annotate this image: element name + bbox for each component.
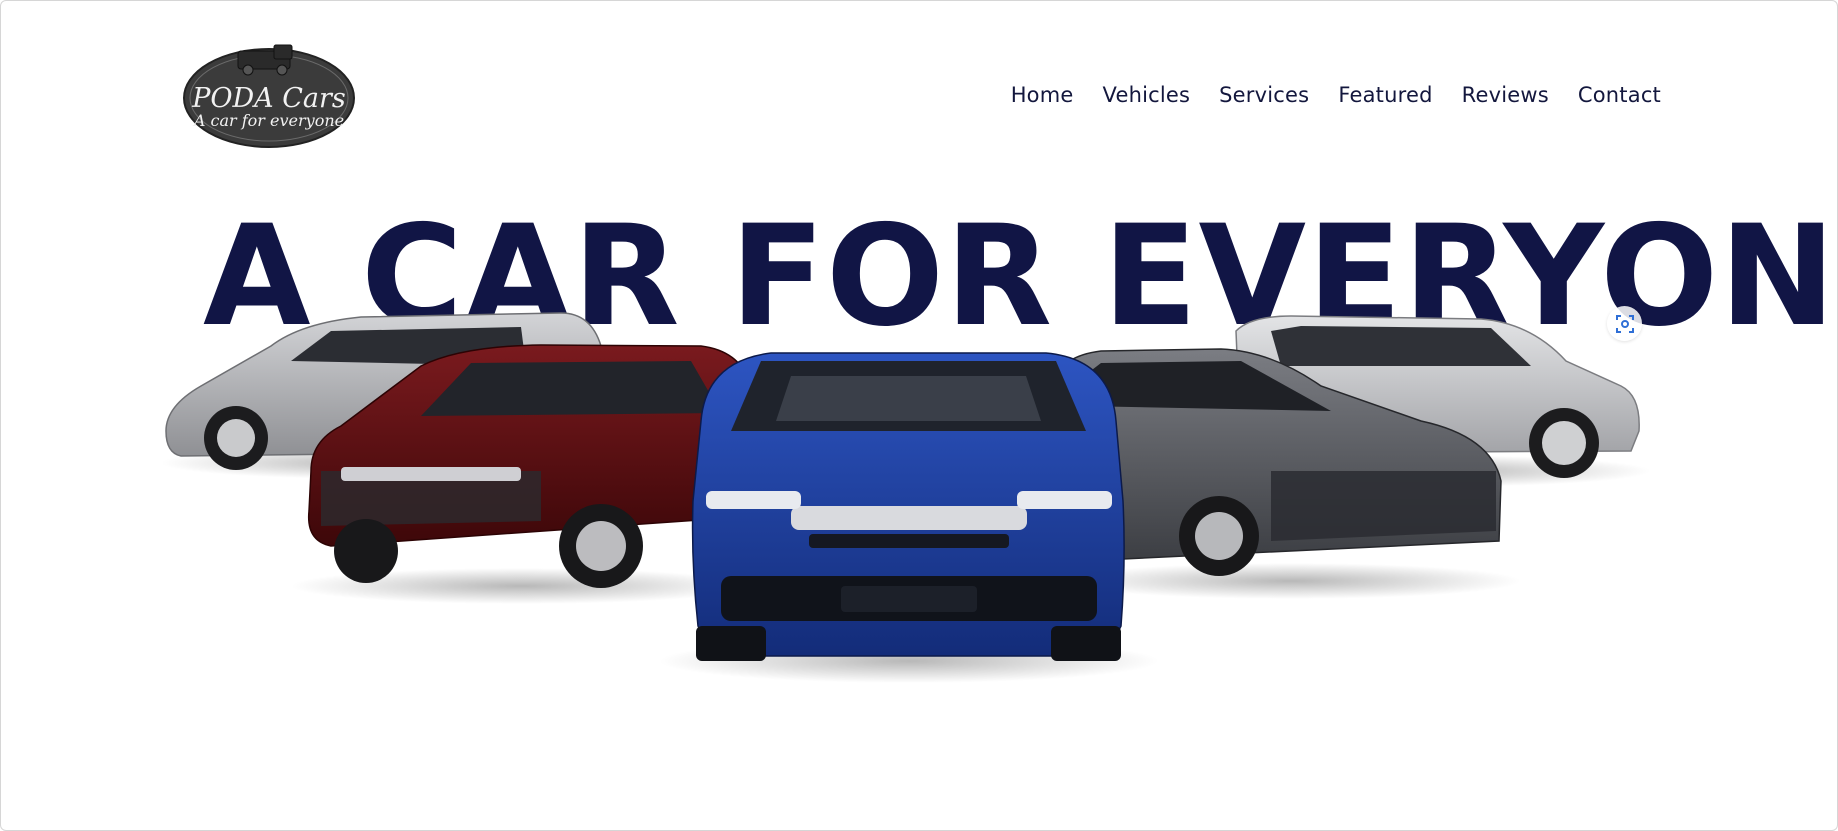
visual-search-icon (1615, 314, 1634, 333)
browser-viewport: PODA Cars A car for everyone Home Vehicl… (0, 0, 1838, 831)
visual-search-button[interactable] (1607, 306, 1642, 341)
hero-cars-image (161, 312, 1651, 683)
blue-sedan-image (659, 352, 1159, 683)
